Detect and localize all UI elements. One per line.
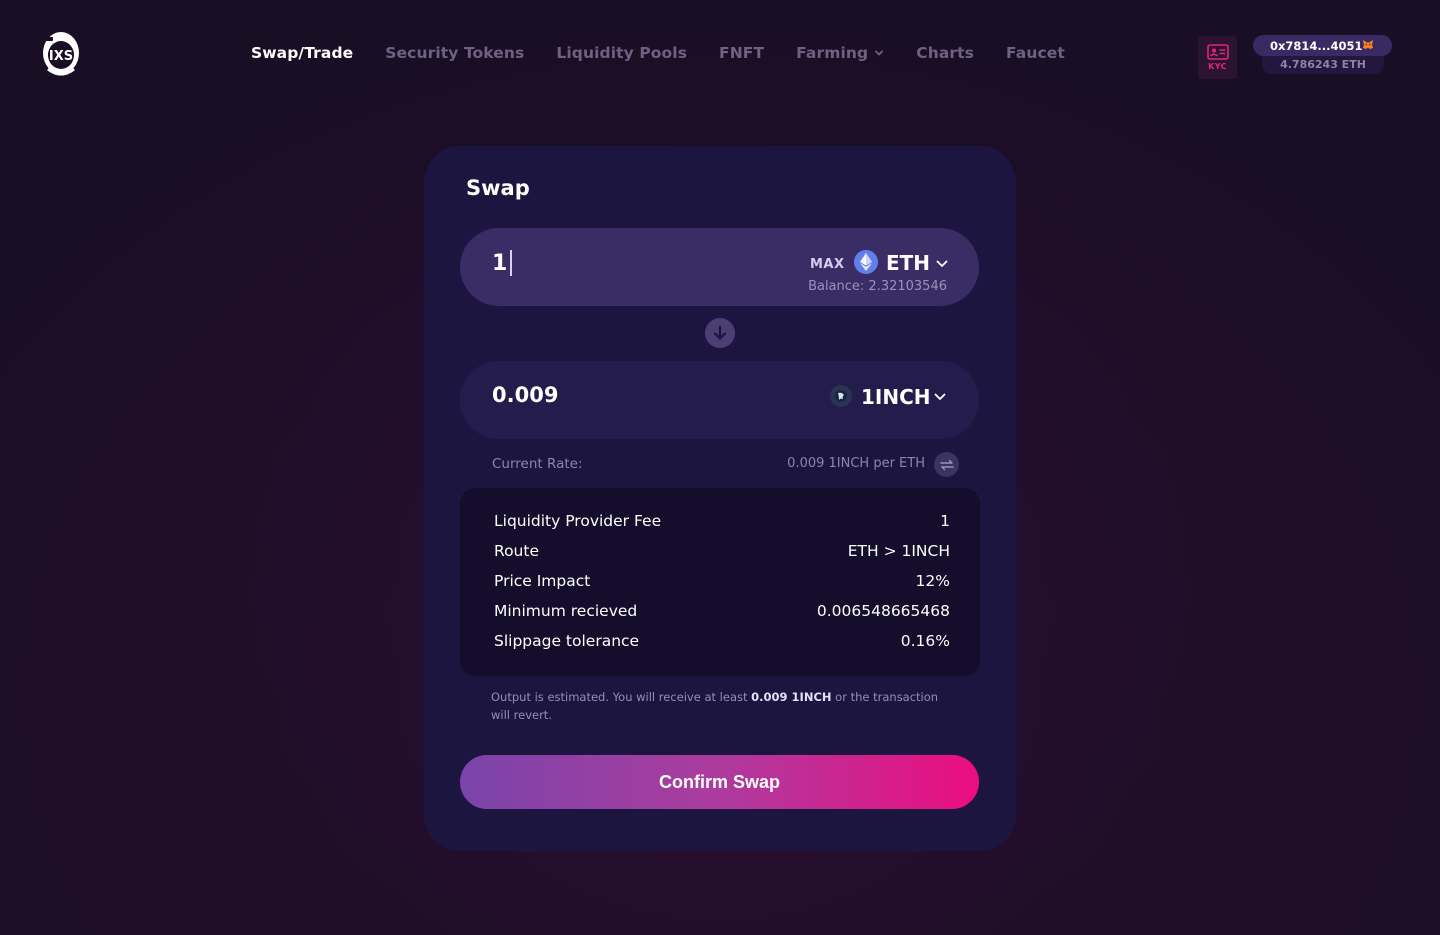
detail-label: Price Impact (494, 572, 591, 590)
detail-value: 0.16% (900, 632, 950, 650)
detail-row-lp-fee: Liquidity Provider Fee 1 (494, 512, 950, 542)
nav-label: Faucet (1005, 44, 1065, 62)
detail-label: Liquidity Provider Fee (494, 512, 662, 530)
nav-faucet[interactable]: Faucet (1006, 44, 1065, 62)
invert-rate-button[interactable] (934, 452, 959, 477)
detail-label: Slippage tolerance (494, 632, 640, 650)
from-amount-value: 1 (492, 250, 508, 276)
confirm-swap-button[interactable]: Confirm Swap (460, 755, 979, 809)
from-balance: Balance: 2.32103546 (808, 279, 947, 294)
nav-farming[interactable]: Farming (796, 44, 884, 62)
ixs-logo-icon: IXS (43, 32, 79, 76)
nav-label: FNFT (719, 44, 765, 62)
from-token-box: 1 MAX ETH Balance: 2.32103546 (460, 228, 979, 306)
detail-value: ETH > 1INCH (847, 542, 950, 560)
eth-icon (854, 250, 878, 274)
nav-fnft[interactable]: FNFT (719, 44, 764, 62)
swap-title: Swap (466, 176, 530, 200)
swap-arrows-icon (939, 459, 954, 470)
nav-label: Charts (916, 44, 974, 62)
nav-charts[interactable]: Charts (916, 44, 974, 62)
chevron-down-icon[interactable] (936, 260, 948, 268)
to-amount-value[interactable]: 0.009 (492, 383, 558, 407)
detail-row-route: Route ETH > 1INCH (494, 542, 950, 572)
chevron-down-icon (875, 50, 884, 56)
arrow-down-icon (713, 325, 727, 340)
nav-label: Swap/Trade (251, 44, 354, 62)
nav-swap-trade[interactable]: Swap/Trade (251, 44, 353, 62)
id-card-icon (1206, 44, 1229, 60)
detail-row-price-impact: Price Impact 12% (494, 572, 950, 602)
to-token-select[interactable]: 1INCH (861, 385, 931, 409)
nav-label: Security Tokens (385, 44, 525, 62)
to-token-box: 0.009 1INCH (460, 361, 979, 439)
logo-text: IXS (49, 49, 73, 64)
detail-value: 1 (940, 512, 950, 530)
nav-liquidity-pools[interactable]: Liquidity Pools (556, 44, 687, 62)
swap-card: Swap 1 MAX ETH Balance: 2.32103546 0.009… (424, 146, 1016, 851)
wallet-address: 0x7814...4051 (1270, 38, 1363, 53)
detail-row-minimum-received: Minimum recieved 0.006548665468 (494, 602, 950, 632)
nav-security-tokens[interactable]: Security Tokens (385, 44, 524, 62)
detail-label: Route (494, 542, 539, 560)
nav-label: Liquidity Pools (556, 44, 688, 62)
trade-details-panel: Liquidity Provider Fee 1 Route ETH > 1IN… (460, 488, 980, 676)
current-rate-value: 0.009 1INCH per ETH (787, 456, 925, 471)
metamask-fox-icon (1362, 39, 1374, 53)
from-amount-input[interactable]: 1 (492, 250, 513, 276)
detail-value: 0.006548665468 (816, 602, 950, 620)
current-rate-label: Current Rate: (492, 456, 583, 472)
from-token-select[interactable]: ETH (886, 251, 930, 275)
note-prefix: Output is estimated. You will receive at… (491, 690, 752, 704)
kyc-label: KYC (1208, 62, 1227, 71)
1inch-icon (830, 385, 852, 407)
estimate-note: Output is estimated. You will receive at… (491, 688, 951, 724)
text-caret (510, 250, 513, 276)
chevron-down-icon[interactable] (934, 393, 946, 401)
max-button[interactable]: MAX (810, 257, 845, 272)
wallet-balance: 4.786243 ETH (1262, 54, 1384, 74)
nav-label: Farming (796, 44, 869, 62)
detail-value: 12% (915, 572, 950, 590)
wallet-address-pill[interactable]: 0x7814...4051 (1253, 35, 1392, 56)
note-amount: 0.009 1INCH (751, 690, 832, 704)
switch-direction-button[interactable] (705, 318, 735, 348)
ixs-logo[interactable]: IXS (40, 29, 82, 79)
detail-label: Minimum recieved (494, 602, 638, 620)
wallet-widget[interactable]: 4.786243 ETH 0x7814...4051 (1253, 35, 1392, 75)
kyc-button[interactable]: KYC (1198, 36, 1237, 79)
main-nav: Swap/Trade Security Tokens Liquidity Poo… (251, 44, 1097, 62)
detail-row-slippage: Slippage tolerance 0.16% (494, 632, 950, 662)
